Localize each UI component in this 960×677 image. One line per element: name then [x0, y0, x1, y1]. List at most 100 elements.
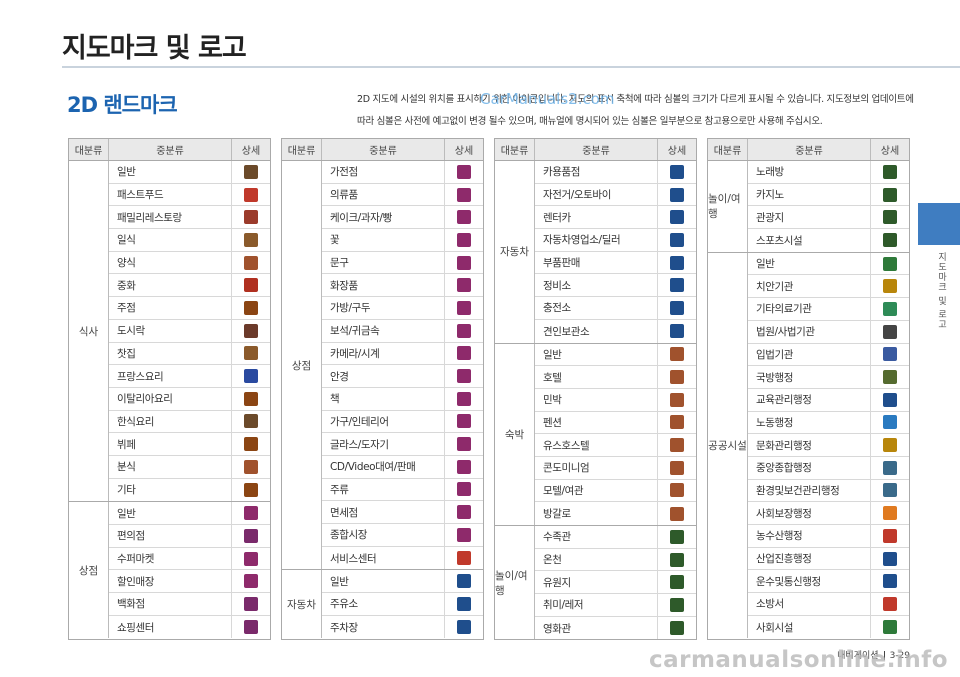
hot-spring-icon	[670, 552, 684, 567]
parking-icon	[457, 620, 471, 635]
detail-cell	[871, 366, 909, 388]
table-row: 이탈리아요리	[109, 387, 270, 411]
category-group: 놀이/여행 수족관 온천 유원지 취미/레저 영화관	[495, 526, 696, 640]
sale-cart-icon	[244, 574, 258, 589]
car-icon	[457, 574, 471, 589]
header-sub: 중분류	[535, 139, 658, 160]
header-sub: 중분류	[748, 139, 871, 160]
table-row: 안경	[322, 365, 483, 388]
subcategory-label: 중화	[109, 274, 232, 297]
table-row: 문구	[322, 251, 483, 275]
subcategory-label: 기타의료기관	[748, 298, 871, 320]
subcategory-label: CD/Video대여/판매	[322, 455, 445, 478]
table-row: 한식요리	[109, 410, 270, 434]
header-sub: 중분류	[109, 139, 232, 160]
table-row: 사회보장행정	[748, 502, 909, 525]
subcategory-label: 치안기관	[748, 275, 871, 298]
subcategory-label: 중앙종합행정	[748, 456, 871, 479]
detail-cell	[232, 297, 270, 319]
table-row: 도시락	[109, 319, 270, 343]
cinema-icon	[670, 621, 684, 636]
transport-icon	[883, 574, 897, 589]
detail-cell	[658, 571, 696, 593]
fish-icon	[670, 529, 684, 544]
detail-cell	[232, 274, 270, 296]
table-row: 취미/레저	[535, 594, 696, 617]
table-header: 대분류 중분류 상세	[495, 139, 696, 161]
france-flag-icon	[244, 369, 258, 384]
gift-icon	[244, 506, 258, 521]
subcategory-label: 산업진흥행정	[748, 547, 871, 570]
motel-icon	[670, 483, 684, 498]
table-row: 국방행정	[748, 366, 909, 389]
subcategory-label: 일반	[322, 570, 445, 593]
table-row: 주점	[109, 297, 270, 320]
subcategory-label: 편의점	[109, 525, 232, 547]
other-food-icon	[244, 482, 258, 497]
table-row: 쇼핑센터	[109, 615, 270, 639]
table-row: 수족관	[535, 526, 696, 549]
table-row: 꽃	[322, 229, 483, 252]
fastfood-icon	[244, 187, 258, 202]
subcategory-label: 백화점	[109, 593, 232, 615]
leisure-icon	[670, 597, 684, 612]
detail-cell	[658, 229, 696, 251]
table-row: 주차장	[322, 615, 483, 639]
header-cat: 대분류	[708, 139, 748, 160]
header-detail: 상세	[241, 146, 261, 157]
car-shop-icon	[670, 232, 684, 247]
bag-icon	[457, 300, 471, 315]
category-group: 숙박 일반 호텔 민박 펜션 유스호스텔 콘도미니엄 모텔/여관 방갈로	[495, 343, 696, 526]
detail-cell	[445, 547, 483, 570]
subcategory-label: 안경	[322, 365, 445, 387]
table-row: 수퍼마켓	[109, 547, 270, 571]
labor-icon	[883, 415, 897, 430]
table-row: 자동차영업소/딜러	[535, 229, 696, 252]
subcategory-label: 일식	[109, 229, 232, 251]
category-group: 식사 일반 패스트푸드 패밀리레스토랑 일식 양식 중화 주점 도시락 찻집 프랑스요리 이탈리아요리…	[69, 161, 270, 503]
detail-cell	[871, 457, 909, 479]
detail-cell	[871, 525, 909, 547]
bungalow-icon	[670, 506, 684, 521]
subcategory-label: 운수및통신행정	[748, 570, 871, 593]
subcategory-label: 온천	[535, 548, 658, 571]
side-tab-marker[interactable]	[918, 203, 960, 245]
table-row: 문화관리행정	[748, 434, 909, 457]
subcategory-label: 책	[322, 387, 445, 410]
subcategory-label: 글라스/도자기	[322, 433, 445, 455]
culture-icon	[883, 438, 897, 453]
hotel-icon	[670, 370, 684, 385]
detail-cell	[445, 229, 483, 251]
table-row: 패스트푸드	[109, 183, 270, 207]
subcategory-label: 법원/사법기관	[748, 320, 871, 343]
subcategory-label: 할인매장	[109, 570, 232, 593]
detail-cell	[445, 206, 483, 228]
detail-cell	[232, 479, 270, 502]
detail-cell	[658, 526, 696, 548]
camera-icon	[457, 346, 471, 361]
detail-cell	[445, 593, 483, 615]
table-row: 주류	[322, 478, 483, 502]
tv-icon	[457, 164, 471, 179]
table-row: 호텔	[535, 366, 696, 389]
table-row: 가방/구두	[322, 297, 483, 320]
table-row: CD/Video대여/판매	[322, 455, 483, 479]
detail-cell	[445, 570, 483, 592]
table-row: 렌터카	[535, 206, 696, 230]
subcategory-label: 패스트푸드	[109, 183, 232, 206]
subcategory-label: 자전거/오토바이	[535, 183, 658, 206]
subcategory-label: 카용품점	[535, 161, 658, 183]
detail-cell	[445, 365, 483, 387]
category-name: 상점	[69, 502, 109, 639]
category-group: 자동차 일반 주유소 주차장	[282, 570, 483, 639]
flower-icon	[457, 232, 471, 247]
detail-cell	[445, 297, 483, 319]
table-row: 중화	[109, 274, 270, 298]
table-row: 견인보관소	[535, 319, 696, 343]
table-row: 프랑스요리	[109, 365, 270, 388]
table-row: 영화관	[535, 616, 696, 640]
rental-car-icon	[670, 210, 684, 225]
category-name: 놀이/여행	[495, 526, 535, 640]
subcategory-label: 서비스센터	[322, 546, 445, 570]
landmark-table-4: 대분류 중분류 상세 놀이/여행 노래방 카지노 관광지 스포츠시설 공공시설 일반 치안기관 기타의…	[707, 138, 910, 640]
